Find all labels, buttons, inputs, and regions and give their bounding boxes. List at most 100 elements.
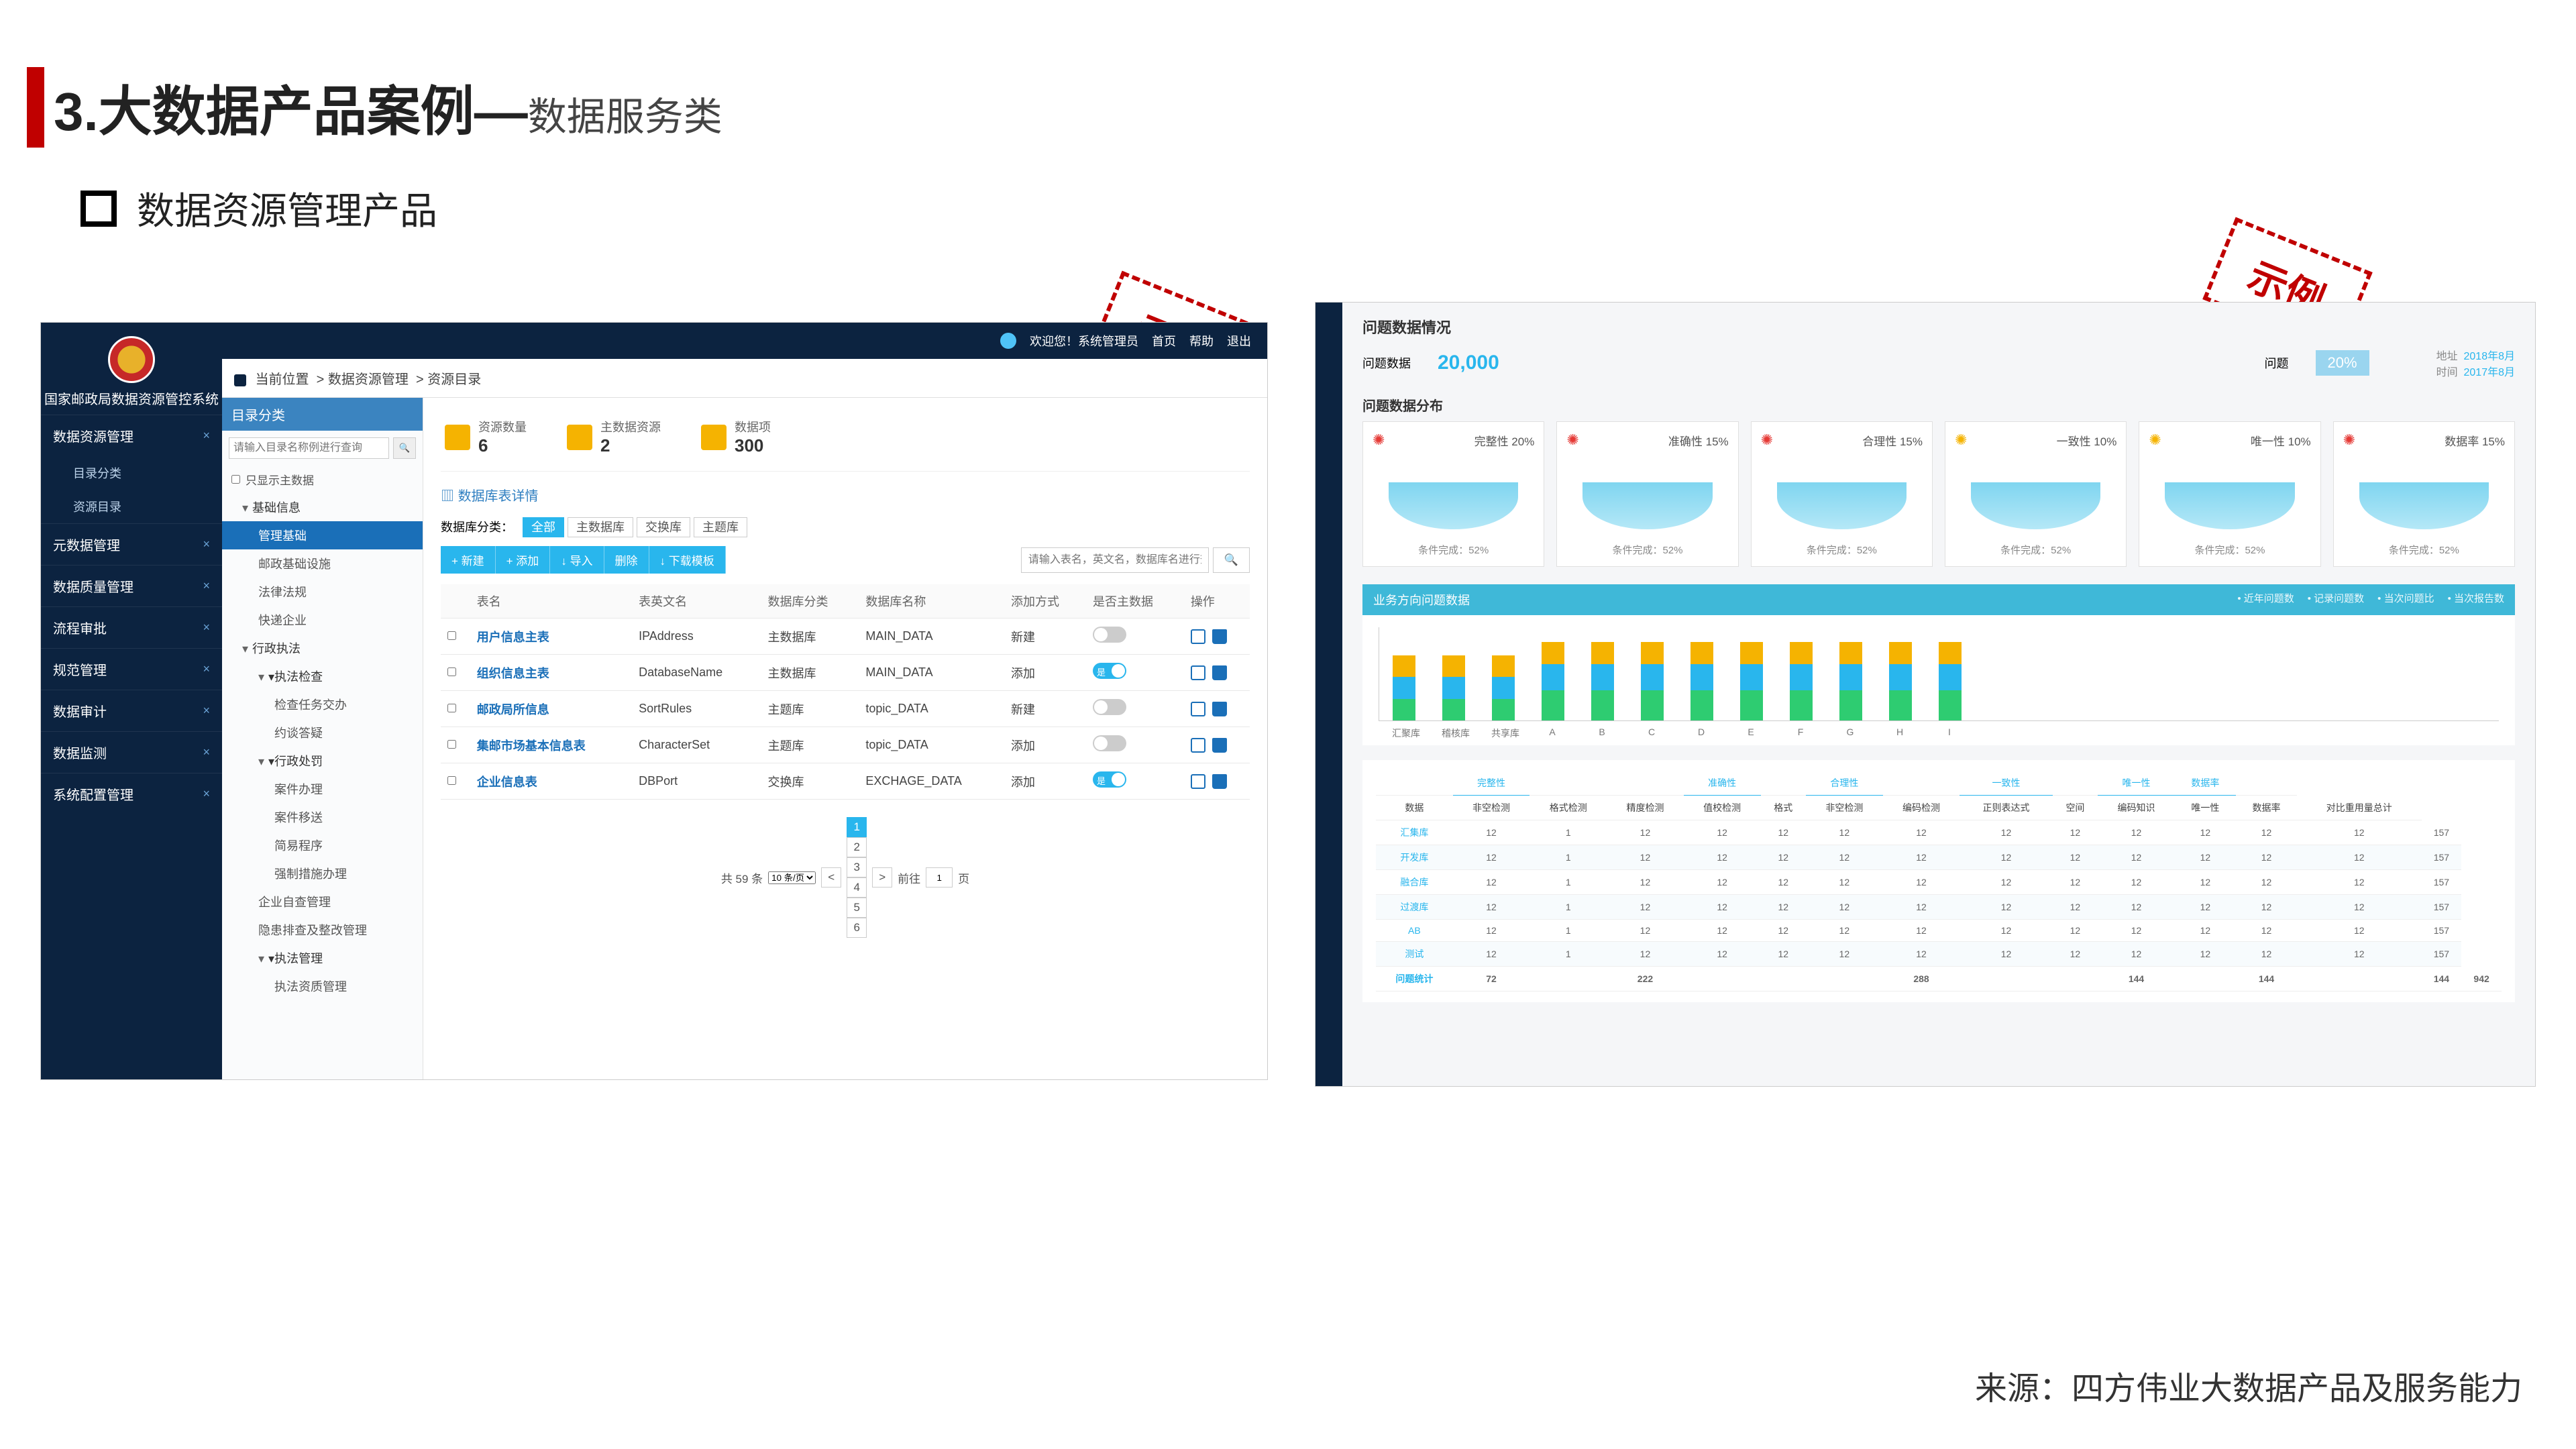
row-checkbox[interactable]: [447, 776, 456, 785]
toolbar-button[interactable]: + 添加: [496, 546, 551, 574]
card-footer: 条件完成：52%: [2343, 543, 2505, 557]
tree-node[interactable]: 邮政基础设施: [222, 549, 423, 578]
tree-node[interactable]: ▾执法检查: [222, 662, 423, 690]
tree-node[interactable]: 法律法规: [222, 578, 423, 606]
metric-card[interactable]: ✺ 合理性 15% 条件完成：52%: [1751, 421, 1933, 567]
tree-node[interactable]: 企业自查管理: [222, 888, 423, 916]
bar-tab[interactable]: • 近年问题数: [2237, 591, 2294, 608]
edit-icon[interactable]: [1191, 665, 1205, 680]
tree-node[interactable]: 案件移送: [222, 803, 423, 831]
edit-icon[interactable]: [1191, 774, 1205, 789]
tree-node[interactable]: 隐患排查及整改管理: [222, 916, 423, 944]
db-tag[interactable]: 主题库: [694, 517, 747, 537]
tree-search-input[interactable]: [229, 437, 389, 459]
menu-item[interactable]: 规范管理×: [41, 648, 222, 690]
bc-1[interactable]: 数据资源管理: [328, 372, 409, 387]
toolbar-button[interactable]: ↓ 导入: [550, 546, 604, 574]
sub-header: 空间: [2053, 796, 2098, 820]
stat-cell: 144: [2236, 967, 2297, 991]
tree-node[interactable]: 快递企业: [222, 606, 423, 634]
menu-subitem[interactable]: 目录分类: [41, 456, 222, 490]
delete-icon[interactable]: [1212, 702, 1227, 716]
row-name[interactable]: 邮政局所信息: [470, 691, 632, 727]
row-checkbox[interactable]: [447, 631, 456, 640]
page-number[interactable]: 5: [847, 898, 867, 918]
toolbar-button[interactable]: 删除: [604, 546, 649, 574]
row-checkbox[interactable]: [447, 740, 456, 749]
nav-help[interactable]: 帮助: [1189, 332, 1214, 350]
only-main-row[interactable]: 只显示主数据: [222, 466, 423, 493]
menu-item[interactable]: 数据审计×: [41, 690, 222, 731]
edit-icon[interactable]: [1191, 738, 1205, 753]
toolbar-button[interactable]: ↓ 下载模板: [649, 546, 726, 574]
bar-label: C: [1640, 727, 1663, 740]
metric-card[interactable]: ✺ 准确性 15% 条件完成：52%: [1556, 421, 1738, 567]
tree-node[interactable]: 行政执法: [222, 634, 423, 662]
delete-icon[interactable]: [1212, 738, 1227, 753]
main-toggle[interactable]: [1093, 735, 1126, 751]
page-prev[interactable]: <: [821, 867, 841, 888]
edit-icon[interactable]: [1191, 702, 1205, 716]
goto-input[interactable]: [926, 867, 953, 888]
col-header: 操作: [1184, 584, 1250, 619]
tree-node[interactable]: 案件办理: [222, 775, 423, 803]
main-toggle[interactable]: [1093, 699, 1126, 715]
tree-node[interactable]: 管理基础: [222, 521, 423, 549]
edit-icon[interactable]: [1191, 629, 1205, 644]
delete-icon[interactable]: [1212, 665, 1227, 680]
tree-node[interactable]: 检查任务交办: [222, 690, 423, 718]
db-tag[interactable]: 交换库: [637, 517, 690, 537]
page-number[interactable]: 3: [847, 857, 867, 877]
toolbar-button[interactable]: + 新建: [441, 546, 496, 574]
stat-cell: 12: [2098, 942, 2175, 967]
tree-node[interactable]: 简易程序: [222, 831, 423, 859]
metric-card[interactable]: ✺ 完整性 20% 条件完成：52%: [1362, 421, 1544, 567]
menu-item[interactable]: 系统配置管理×: [41, 773, 222, 814]
metric-card[interactable]: ✺ 数据率 15% 条件完成：52%: [2333, 421, 2515, 567]
main-toggle[interactable]: [1093, 627, 1126, 643]
page-next[interactable]: >: [872, 867, 892, 888]
menu-item[interactable]: 数据资源管理×: [41, 415, 222, 456]
menu-item[interactable]: 数据质量管理×: [41, 565, 222, 606]
tree-node[interactable]: ▾行政处罚: [222, 747, 423, 775]
tree-node[interactable]: ▾执法管理: [222, 944, 423, 972]
only-main-checkbox[interactable]: [231, 475, 240, 484]
main-toggle[interactable]: [1093, 771, 1126, 788]
delete-icon[interactable]: [1212, 774, 1227, 789]
row-name[interactable]: 集邮市场基本信息表: [470, 727, 632, 763]
page-number[interactable]: 6: [847, 918, 867, 938]
page-number[interactable]: 4: [847, 877, 867, 898]
row-name[interactable]: 组织信息主表: [470, 655, 632, 691]
metric-card[interactable]: ✺ 一致性 10% 条件完成：52%: [1945, 421, 2127, 567]
page-number[interactable]: 2: [847, 837, 867, 857]
per-page-select[interactable]: 10 条/页: [768, 871, 816, 884]
bar-tab[interactable]: • 当次问题比: [2377, 591, 2434, 608]
metric-card[interactable]: ✺ 唯一性 10% 条件完成：52%: [2139, 421, 2320, 567]
db-tag[interactable]: 全部: [523, 517, 564, 537]
bar-tab[interactable]: • 当次报告数: [2448, 591, 2504, 608]
tree-node[interactable]: 强制措施办理: [222, 859, 423, 888]
bc-2[interactable]: 资源目录: [427, 372, 481, 387]
tree-search-button[interactable]: 🔍: [393, 437, 416, 459]
page-number[interactable]: 1: [847, 817, 867, 837]
table-search-button[interactable]: 🔍: [1213, 547, 1250, 573]
row-name[interactable]: 用户信息主表: [470, 619, 632, 655]
row-name[interactable]: 企业信息表: [470, 763, 632, 800]
delete-icon[interactable]: [1212, 629, 1227, 644]
bar-tab[interactable]: • 记录问题数: [2308, 591, 2364, 608]
nav-home[interactable]: 首页: [1152, 332, 1176, 350]
db-tag[interactable]: 主数据库: [568, 517, 633, 537]
main-toggle[interactable]: [1093, 663, 1126, 679]
tree-node[interactable]: 基础信息: [222, 493, 423, 521]
menu-item[interactable]: 元数据管理×: [41, 523, 222, 565]
menu-item[interactable]: 数据监测×: [41, 731, 222, 773]
menu-item[interactable]: 流程审批×: [41, 606, 222, 648]
tree-node[interactable]: 约谈答疑: [222, 718, 423, 747]
row-checkbox[interactable]: [447, 704, 456, 712]
nav-logout[interactable]: 退出: [1227, 332, 1251, 350]
menu-subitem[interactable]: 资源目录: [41, 490, 222, 523]
row-header: 开发库: [1376, 845, 1453, 870]
table-search-input[interactable]: [1021, 547, 1209, 573]
tree-node[interactable]: 执法资质管理: [222, 972, 423, 1000]
row-checkbox[interactable]: [447, 667, 456, 676]
